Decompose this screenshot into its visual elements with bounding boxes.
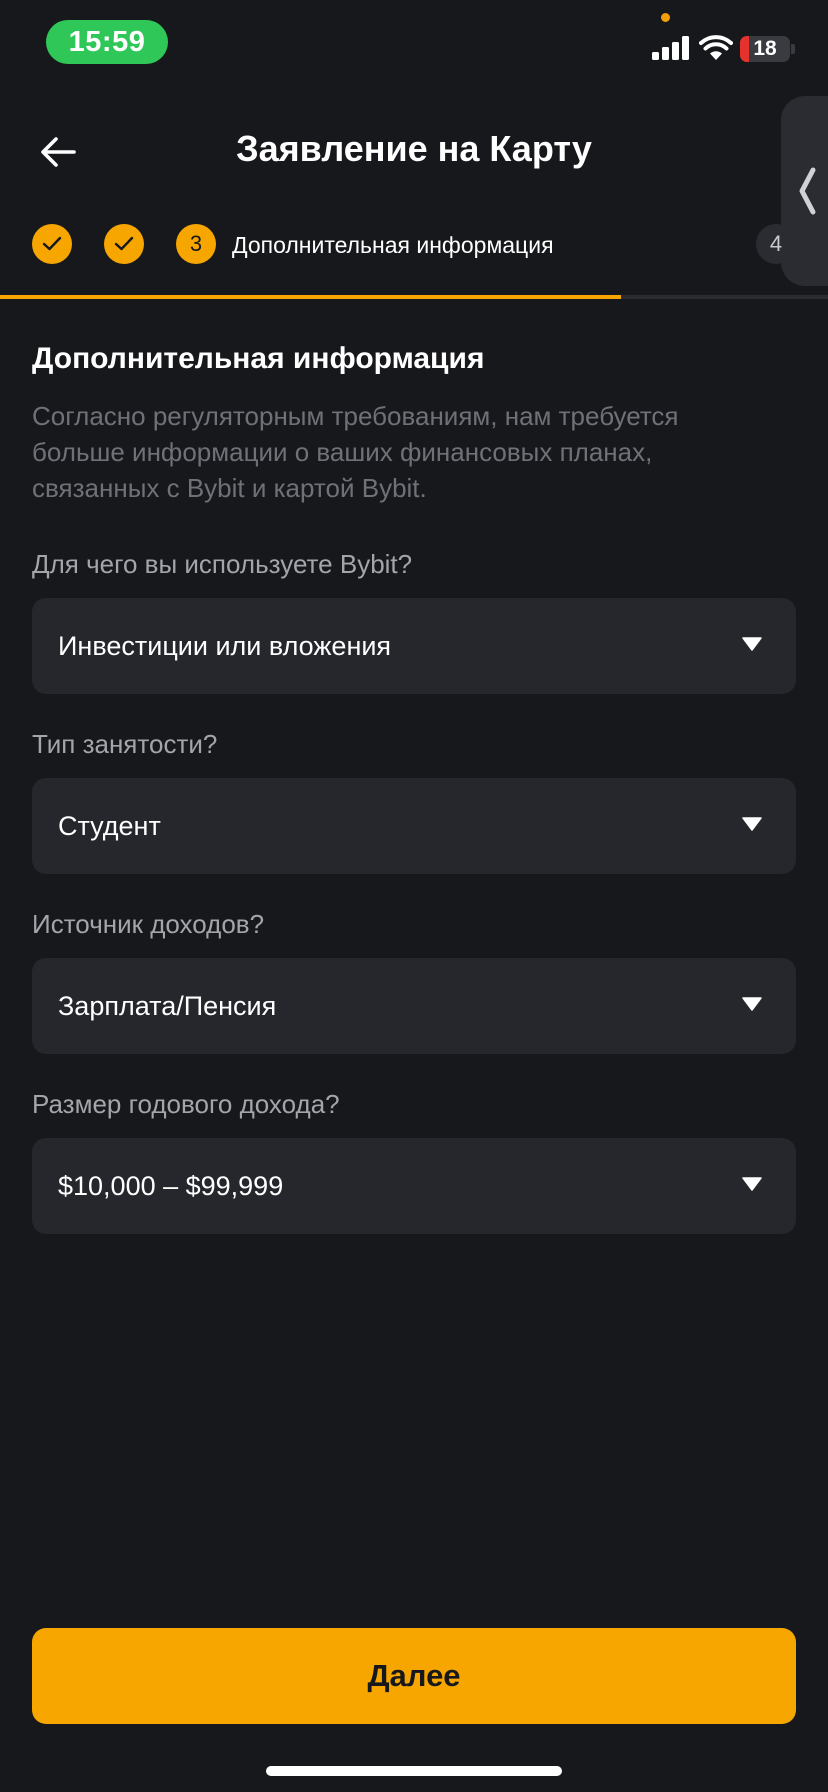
check-icon [42, 236, 62, 251]
question-employment: Тип занятости? [32, 729, 218, 759]
home-indicator[interactable] [266, 1766, 562, 1776]
caret-down-icon [742, 637, 762, 651]
battery-percent: 18 [753, 37, 777, 60]
caret-down-icon [742, 1177, 762, 1191]
usage-select[interactable]: Инвестиции или вложения [32, 598, 796, 694]
step-1-completed [32, 224, 72, 264]
step-4-upcoming: 4 [756, 224, 796, 264]
employment-select-value: Студент [58, 810, 161, 841]
annual-income-select[interactable]: $10,000 – $99,999 [32, 1138, 796, 1234]
employment-select[interactable]: Студент [32, 778, 796, 874]
step-2-completed [104, 224, 144, 264]
battery-nub [791, 44, 795, 54]
wifi-icon [699, 35, 733, 60]
status-time[interactable]: 15:59 [46, 20, 168, 64]
cellular-signal-icon [652, 36, 689, 60]
page-title: Заявление на Карту [236, 128, 592, 169]
chevron-left-icon [799, 167, 816, 215]
caret-down-icon [742, 997, 762, 1011]
step-3-current: 3 [176, 224, 216, 264]
section-title: Дополнительная информация [32, 342, 485, 375]
progress-track [0, 295, 828, 299]
check-icon [114, 236, 134, 251]
privacy-indicator-dot [661, 13, 670, 22]
usage-select-value: Инвестиции или вложения [58, 630, 392, 661]
question-usage: Для чего вы используете Bybit? [32, 549, 413, 579]
progress-fill [0, 295, 621, 299]
income-source-select[interactable]: Зарплата/Пенсия [32, 958, 796, 1054]
next-button[interactable]: Далее [32, 1628, 796, 1724]
section-description: Согласно регуляторным требованиям, нам т… [32, 401, 679, 503]
status-bar: 15:59 18 [0, 0, 828, 90]
annual-income-select-value: $10,000 – $99,999 [58, 1170, 284, 1201]
caret-down-icon [742, 817, 762, 831]
question-income-source: Источник доходов? [32, 909, 265, 939]
current-step-label: Дополнительная информация [232, 232, 554, 258]
question-annual-income: Размер годового дохода? [32, 1089, 340, 1119]
income-source-select-value: Зарплата/Пенсия [58, 990, 277, 1021]
battery-indicator: 18 [740, 36, 790, 62]
